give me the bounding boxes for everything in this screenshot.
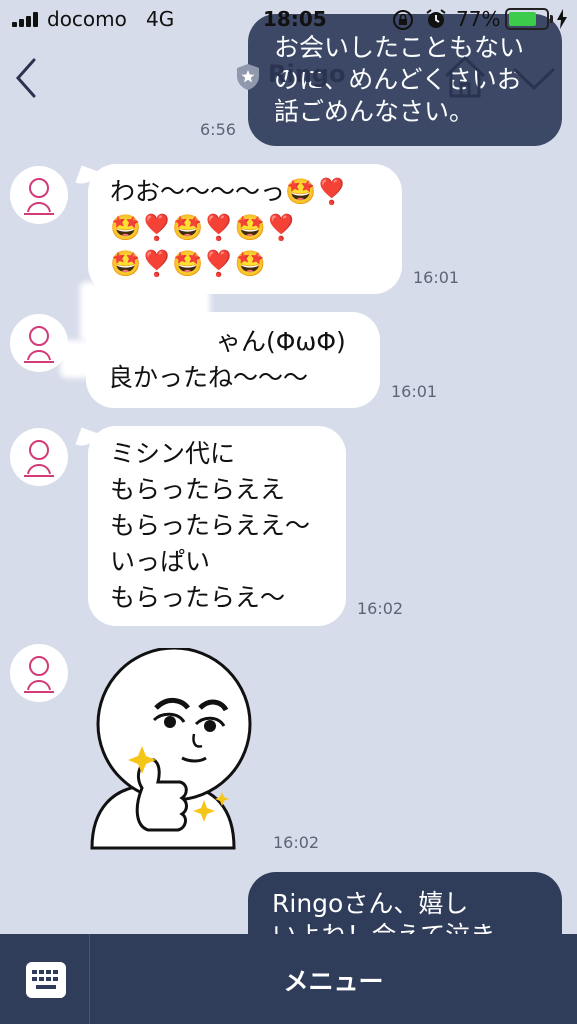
battery-cap	[550, 15, 553, 23]
battery-level-fill	[509, 12, 536, 26]
message-text: ミシン代に	[110, 439, 236, 468]
redaction-patch	[60, 340, 110, 378]
carrier-name: docomo	[47, 7, 127, 31]
message-text: もらったらええ〜	[110, 511, 311, 540]
avatar-icon	[24, 656, 54, 693]
message-timestamp: 16:02	[273, 833, 320, 852]
battery-icon	[505, 8, 549, 30]
bottom-menu-bar: メニュー	[0, 934, 577, 1024]
message-text: 良かったね〜〜〜	[108, 363, 309, 392]
thumbs-up-smug-face-sticker[interactable]	[84, 648, 264, 858]
keyboard-button[interactable]	[0, 934, 90, 1024]
message-text: もらったらえ〜	[110, 583, 286, 612]
message-text: 🤩❣️🤩❣️🤩❣️	[110, 213, 297, 242]
chat-title[interactable]: Ringo	[268, 60, 345, 88]
charging-bolt-icon	[557, 9, 567, 29]
message-timestamp: 6:56	[200, 120, 236, 139]
keyboard-icon	[26, 962, 66, 998]
message-text: Ringoさん、嬉し	[272, 889, 469, 918]
incoming-message-bubble[interactable]: わお〜〜〜〜っ🤩❣️ 🤩❣️🤩❣️🤩❣️ 🤩❣️🤩❣️🤩	[88, 164, 402, 294]
shield-star-icon	[237, 64, 259, 90]
avatar-icon	[24, 440, 54, 477]
avatar[interactable]	[10, 166, 68, 224]
message-timestamp: 16:01	[391, 382, 438, 401]
avatar[interactable]	[10, 644, 68, 702]
avatar[interactable]	[10, 428, 68, 486]
status-time: 18:05	[263, 7, 327, 31]
message-timestamp: 16:02	[357, 599, 404, 618]
alarm-icon	[426, 9, 446, 28]
incoming-message-bubble[interactable]: ミシン代に もらったらええ もらったらええ〜 いっぱい もらったらえ〜	[88, 426, 346, 626]
chat-header: Ringo	[0, 38, 577, 118]
home-icon[interactable]	[442, 54, 488, 100]
rotation-lock-icon	[393, 10, 413, 30]
message-text: わお〜〜〜〜っ🤩❣️	[110, 177, 348, 206]
message-text: もらったらええ	[110, 475, 286, 504]
battery-percent: 77%	[456, 7, 501, 31]
back-chevron-icon[interactable]	[12, 56, 42, 100]
chevron-down-icon[interactable]	[512, 66, 556, 92]
redaction-patch	[80, 282, 210, 342]
message-text: 🤩❣️🤩❣️🤩	[110, 249, 266, 278]
avatar-icon	[24, 178, 54, 215]
signal-strength-icon	[12, 11, 42, 27]
menu-button[interactable]: メニュー	[90, 962, 577, 998]
network-type: 4G	[146, 7, 175, 31]
message-timestamp: 16:01	[413, 268, 460, 287]
status-bar: docomo 4G 18:05 77%	[0, 0, 577, 38]
message-text: いっぱい	[110, 547, 211, 576]
